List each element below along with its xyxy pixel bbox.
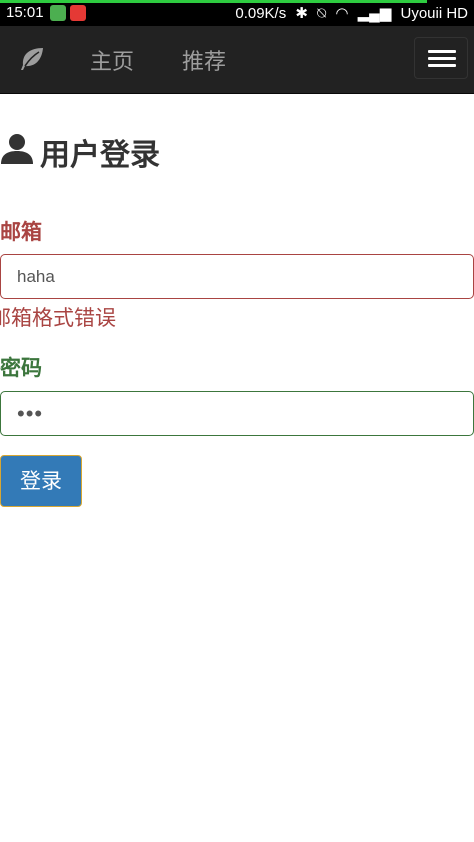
navbar-toggle-button[interactable] bbox=[414, 37, 468, 79]
top-navbar: 主页 推荐 bbox=[0, 26, 474, 94]
user-icon bbox=[1, 134, 33, 164]
app-screen: 15:01 0.09K/s ✱ ⍉ ◠ ▂▄▆ Uyouii HD 主页 推荐 bbox=[0, 0, 474, 842]
email-label: 邮箱 bbox=[0, 220, 42, 244]
hamburger-menu-icon bbox=[428, 64, 456, 67]
status-bar: 15:01 0.09K/s ✱ ⍉ ◠ ▂▄▆ Uyouii HD bbox=[0, 0, 474, 26]
status-right: 0.09K/s ✱ ⍉ ◠ ▂▄▆ Uyouii HD bbox=[230, 4, 468, 22]
hamburger-menu-icon bbox=[428, 57, 456, 60]
hamburger-menu-icon bbox=[428, 50, 456, 53]
mute-icon: ⍉ bbox=[317, 5, 327, 22]
page-title-text: 用户登录 bbox=[40, 138, 160, 173]
email-input[interactable]: haha bbox=[0, 254, 474, 299]
bluetooth-icon: ✱ bbox=[295, 5, 308, 22]
leaf-icon[interactable] bbox=[18, 45, 46, 73]
page-load-progress bbox=[0, 0, 427, 3]
email-error-message: 邮箱格式错误 bbox=[0, 306, 116, 330]
net-speed: 0.09K/s bbox=[235, 5, 287, 22]
password-input[interactable]: ••• bbox=[0, 391, 474, 436]
nav-link-recommend[interactable]: 推荐 bbox=[182, 44, 226, 76]
signal-icon: ▂▄▆ bbox=[357, 5, 392, 22]
netease-music-icon bbox=[70, 5, 86, 21]
carrier-name: Uyouii HD bbox=[400, 5, 468, 22]
app-notification-icon bbox=[50, 5, 66, 21]
wifi-icon: ◠ bbox=[335, 5, 349, 22]
password-label: 密码 bbox=[0, 356, 42, 380]
nav-link-home[interactable]: 主页 bbox=[90, 44, 134, 76]
login-button[interactable]: 登录 bbox=[0, 455, 82, 507]
status-time: 15:01 bbox=[6, 4, 44, 21]
